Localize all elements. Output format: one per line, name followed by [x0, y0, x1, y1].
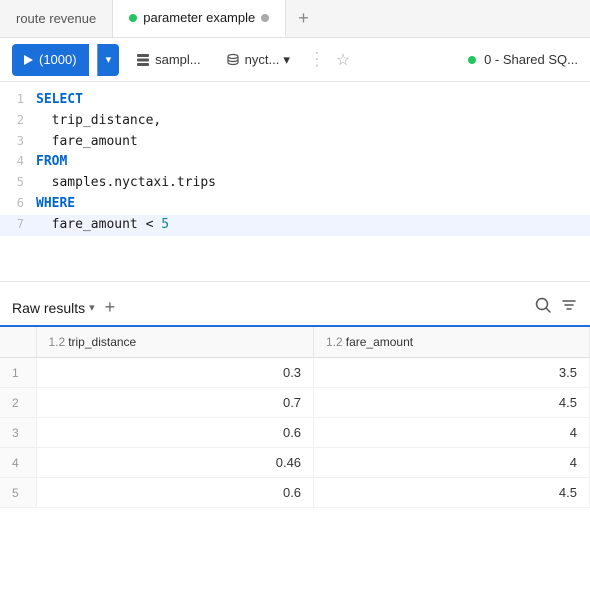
cell-trip-distance: 0.7 — [36, 388, 314, 418]
line-number: 7 — [0, 215, 36, 234]
line-number: 2 — [0, 111, 36, 130]
tab-bar: route revenue parameter example + — [0, 0, 590, 38]
results-label: Raw results ▾ — [12, 300, 95, 316]
table-row: 3 0.6 4 — [0, 418, 590, 448]
results-toolbar: Raw results ▾ + — [0, 290, 590, 327]
code-line-2: 2 trip_distance, — [0, 111, 590, 132]
cell-fare-amount: 4.5 — [314, 478, 590, 508]
results-dropdown-icon[interactable]: ▾ — [89, 301, 95, 314]
cell-trip-distance: 0.6 — [36, 478, 314, 508]
line-number: 6 — [0, 194, 36, 213]
play-icon — [24, 55, 33, 65]
code-line-3: 3 fare_amount — [0, 132, 590, 153]
cell-trip-distance: 0.3 — [36, 358, 314, 388]
tab-parameter-example[interactable]: parameter example — [113, 0, 286, 37]
add-result-button[interactable]: + — [105, 297, 116, 318]
table-row: 1 0.3 3.5 — [0, 358, 590, 388]
table-row: 4 0.46 4 — [0, 448, 590, 478]
favorite-button[interactable]: ☆ — [336, 50, 350, 70]
cell-fare-amount: 4 — [314, 448, 590, 478]
database-icon — [225, 52, 241, 68]
line-number: 3 — [0, 132, 36, 151]
db2-label: nyct... — [245, 52, 280, 67]
filter-results-button[interactable] — [560, 296, 578, 319]
dropdown-arrow-icon: ▾ — [106, 53, 112, 66]
col-trip-distance-header: 1.2trip_distance — [36, 327, 314, 358]
separator-1: ⋮ — [308, 49, 326, 70]
row-number: 2 — [0, 388, 36, 418]
cell-fare-amount: 3.5 — [314, 358, 590, 388]
code-line-7: 7 fare_amount < 5 — [0, 215, 590, 236]
line-content: trip_distance, — [36, 111, 590, 132]
row-num-header — [0, 327, 36, 358]
table-row: 2 0.7 4.5 — [0, 388, 590, 418]
row-number: 4 — [0, 448, 36, 478]
run-limit-label: (1000) — [39, 52, 77, 67]
row-number: 3 — [0, 418, 36, 448]
code-editor[interactable]: 1 SELECT 2 trip_distance, 3 fare_amount … — [0, 82, 590, 282]
tab-parameter-example-label: parameter example — [143, 10, 255, 25]
line-content: SELECT — [36, 90, 590, 111]
new-tab-button[interactable]: + — [286, 0, 321, 37]
col-fare-amount-header: 1.2fare_amount — [314, 327, 590, 358]
schema-dropdown-icon: ▾ — [283, 52, 290, 68]
code-line-4: 4 FROM — [0, 152, 590, 173]
table-icon — [135, 52, 151, 68]
line-content: samples.nyctaxi.trips — [36, 173, 590, 194]
tab-active-dot — [129, 14, 137, 22]
schema-selector[interactable]: nyct... ▾ — [217, 48, 298, 72]
line-number: 1 — [0, 90, 36, 109]
cell-trip-distance: 0.6 — [36, 418, 314, 448]
results-label-text: Raw results — [12, 300, 85, 316]
connection-status-text: 0 - Shared SQ... — [484, 52, 578, 67]
line-number: 5 — [0, 173, 36, 192]
tab-route-revenue-label: route revenue — [16, 11, 96, 26]
query-toolbar: (1000) ▾ sampl... nyct... ▾ ⋮ ☆ 0 - Shar… — [0, 38, 590, 82]
row-number: 1 — [0, 358, 36, 388]
run-button[interactable]: (1000) — [12, 44, 89, 76]
code-line-1: 1 SELECT — [0, 90, 590, 111]
code-line-5: 5 samples.nyctaxi.trips — [0, 173, 590, 194]
code-line-6: 6 WHERE — [0, 194, 590, 215]
results-section: Raw results ▾ + 1.2trip_distance — [0, 282, 590, 508]
cell-fare-amount: 4.5 — [314, 388, 590, 418]
cell-fare-amount: 4 — [314, 418, 590, 448]
tab-route-revenue[interactable]: route revenue — [0, 0, 113, 37]
row-number: 5 — [0, 478, 36, 508]
line-content: WHERE — [36, 194, 590, 215]
line-content: fare_amount — [36, 132, 590, 153]
table-row: 5 0.6 4.5 — [0, 478, 590, 508]
database-selector[interactable]: sampl... — [127, 48, 209, 72]
run-dropdown-button[interactable]: ▾ — [97, 44, 120, 76]
results-table: 1.2trip_distance 1.2fare_amount 1 0.3 3.… — [0, 327, 590, 508]
cell-trip-distance: 0.46 — [36, 448, 314, 478]
table-header-row: 1.2trip_distance 1.2fare_amount — [0, 327, 590, 358]
line-number: 4 — [0, 152, 36, 171]
line-content: fare_amount < 5 — [36, 215, 590, 236]
db1-label: sampl... — [155, 52, 201, 67]
search-results-button[interactable] — [534, 296, 552, 319]
line-content: FROM — [36, 152, 590, 173]
tab-unsaved-dot — [261, 14, 269, 22]
connection-status-dot — [468, 56, 476, 64]
